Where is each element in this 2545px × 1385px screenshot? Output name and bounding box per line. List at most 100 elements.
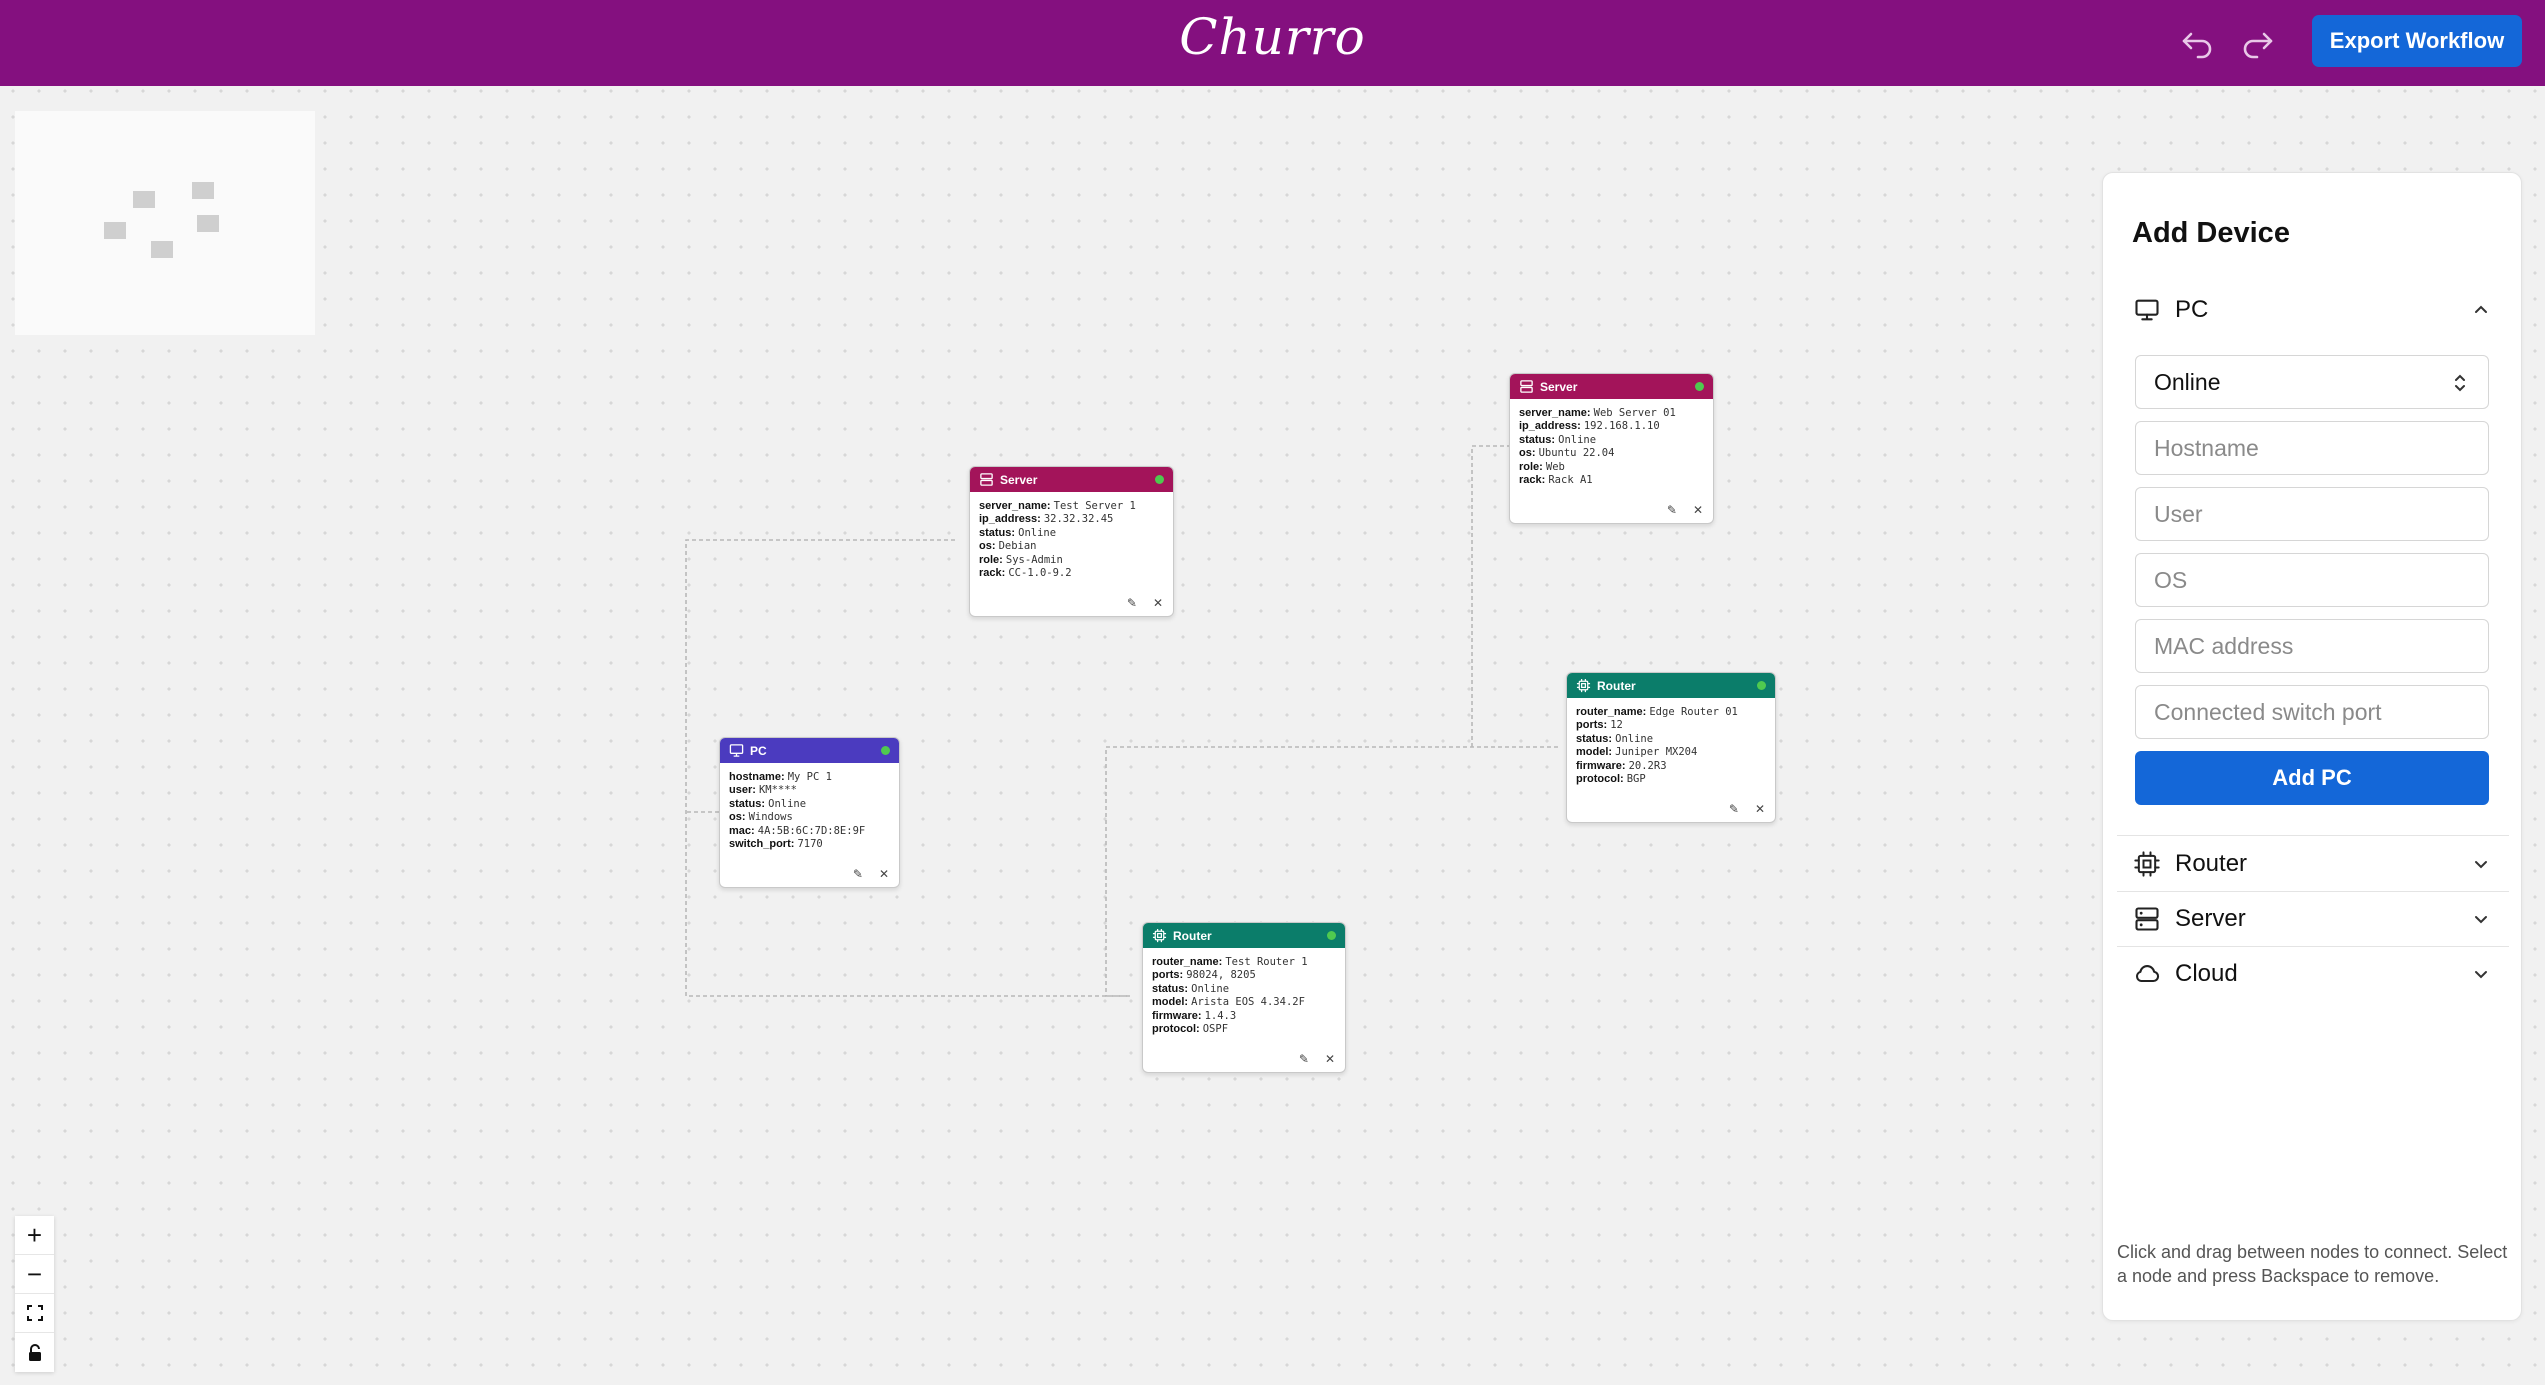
status-indicator xyxy=(1695,382,1704,391)
node-field-key: router_name: xyxy=(1152,956,1223,968)
node-field-key: protocol: xyxy=(1576,773,1624,786)
node-field: ip_address: 32.32.32.45 xyxy=(979,513,1164,526)
zoom-out-button[interactable]: − xyxy=(15,1255,54,1294)
node-field-key: rack: xyxy=(1519,474,1546,487)
node-field-value: OSPF xyxy=(1202,1023,1229,1036)
node-header[interactable]: Server xyxy=(970,467,1173,492)
node-field-value: Online xyxy=(1615,732,1654,745)
node-field-key: os: xyxy=(729,811,746,824)
node-field-value: Test Router 1 xyxy=(1225,956,1308,968)
node-field-key: status: xyxy=(1152,982,1189,995)
node-field-key: model: xyxy=(1152,996,1189,1009)
edit-icon[interactable]: ✎ xyxy=(1127,596,1137,610)
server-node[interactable]: Server server_name: Test Server 1 ip_addr… xyxy=(969,466,1174,617)
node-field: server_name: Test Server 1 xyxy=(979,500,1164,513)
close-icon[interactable]: ✕ xyxy=(1755,802,1765,816)
status-indicator xyxy=(1757,681,1766,690)
export-workflow-button[interactable]: Export Workflow xyxy=(2312,15,2522,67)
router-node[interactable]: Router router_name: Edge Router 01 ports:… xyxy=(1566,672,1776,823)
node-field: os: Debian xyxy=(979,540,1164,553)
chevron-down-icon xyxy=(2475,916,2487,924)
node-field-value: 4A:5B:6C:7D:8E:9F xyxy=(757,824,866,837)
node-fields: router_name: Edge Router 01 ports: 12 stat… xyxy=(1567,698,1775,786)
close-icon[interactable]: ✕ xyxy=(1325,1052,1335,1066)
node-field: status: Online xyxy=(1519,434,1704,447)
node-header[interactable]: PC xyxy=(720,738,899,763)
edit-icon[interactable]: ✎ xyxy=(1729,802,1739,816)
lock-button[interactable] xyxy=(15,1333,54,1372)
cpu-icon xyxy=(1576,678,1591,693)
close-icon[interactable]: ✕ xyxy=(879,867,889,881)
add-device-panel: Add Device PC Online Add PC Router Serve… xyxy=(2102,172,2522,1321)
node-type-label: Router xyxy=(1173,928,1212,943)
node-field: router_name: Edge Router 01 xyxy=(1576,706,1766,719)
status-select[interactable]: Online xyxy=(2135,355,2489,409)
close-icon[interactable]: ✕ xyxy=(1153,596,1163,610)
help-text: Click and drag between nodes to connect.… xyxy=(2117,1242,2508,1286)
node-field-key: model: xyxy=(1576,746,1613,759)
section-pc-header[interactable]: PC xyxy=(2117,283,2509,337)
node-field-value: 192.168.1.10 xyxy=(1583,420,1660,433)
node-field-key: ports: xyxy=(1576,719,1608,732)
chevron-up-icon xyxy=(2475,305,2487,313)
redo-icon[interactable] xyxy=(2238,22,2278,62)
edit-icon[interactable]: ✎ xyxy=(853,867,863,881)
server-icon xyxy=(2135,907,2159,931)
node-header[interactable]: Router xyxy=(1567,673,1775,698)
server-node[interactable]: Server server_name: Web Server 01 ip_addr… xyxy=(1509,373,1714,524)
zoom-in-button[interactable]: + xyxy=(15,1216,54,1255)
node-type-label: Server xyxy=(1540,379,1578,394)
node-field-key: server_name: xyxy=(979,500,1051,512)
node-field-key: user: xyxy=(729,784,756,797)
section-cloud-label: Cloud xyxy=(2175,960,2238,987)
section-router-header[interactable]: Router xyxy=(2117,837,2509,891)
router-node[interactable]: Router router_name: Test Router 1 ports: … xyxy=(1142,922,1346,1073)
node-field-value: Windows xyxy=(748,811,793,824)
node-field-value: Online xyxy=(1558,433,1597,446)
undo-icon[interactable] xyxy=(2177,22,2217,62)
node-field-key: ports: xyxy=(1152,969,1184,982)
node-header[interactable]: Server xyxy=(1510,374,1713,399)
node-field-value: CC-1.0-9.2 xyxy=(1008,567,1072,580)
cpu-icon xyxy=(1152,928,1167,943)
edit-icon[interactable]: ✎ xyxy=(1299,1052,1309,1066)
node-field-key: status: xyxy=(1519,433,1556,446)
node-field-value: Online xyxy=(1191,982,1230,995)
node-field-key: status: xyxy=(979,526,1016,539)
close-icon[interactable]: ✕ xyxy=(1693,503,1703,517)
node-field: mac: 4A:5B:6C:7D:8E:9F xyxy=(729,825,890,838)
node-header[interactable]: Router xyxy=(1143,923,1345,948)
edit-icon[interactable]: ✎ xyxy=(1667,503,1677,517)
chevron-up-down-icon xyxy=(2455,374,2465,392)
node-field-key: os: xyxy=(979,540,996,553)
node-field-value: Rack A1 xyxy=(1548,474,1593,487)
status-select-value: Online xyxy=(2154,368,2221,395)
monitor-icon xyxy=(729,744,744,757)
chevron-down-icon xyxy=(2475,861,2487,869)
os-input[interactable] xyxy=(2135,553,2489,607)
node-type-label: Server xyxy=(1000,472,1038,487)
switch-port-input[interactable] xyxy=(2135,685,2489,739)
hostname-input[interactable] xyxy=(2135,421,2489,475)
node-field: status: Online xyxy=(1576,733,1766,746)
minimap[interactable] xyxy=(15,111,315,335)
node-field: os: Ubuntu 22.04 xyxy=(1519,447,1704,460)
node-field: ip_address: 192.168.1.10 xyxy=(1519,420,1704,433)
add-pc-button[interactable]: Add PC xyxy=(2135,751,2489,805)
section-server-header[interactable]: Server xyxy=(2117,892,2509,946)
node-field: user: KM**** xyxy=(729,784,890,797)
mac-address-input[interactable] xyxy=(2135,619,2489,673)
fit-view-button[interactable] xyxy=(15,1294,54,1333)
minimap-node xyxy=(197,215,219,232)
pc-node[interactable]: PC hostname: My PC 1 user: KM**** status: … xyxy=(719,737,900,888)
node-field: model: Juniper MX204 xyxy=(1576,746,1766,759)
node-field: hostname: My PC 1 xyxy=(729,771,890,784)
user-input[interactable] xyxy=(2135,487,2489,541)
node-field-value: Online xyxy=(768,797,807,810)
node-field-value: 98024, 8205 xyxy=(1186,969,1256,982)
node-field: router_name: Test Router 1 xyxy=(1152,956,1336,969)
section-cloud-header[interactable]: Cloud xyxy=(2117,947,2509,1001)
node-field-key: rack: xyxy=(979,567,1006,580)
node-field: role: Web xyxy=(1519,461,1704,474)
node-field-key: ip_address: xyxy=(1519,420,1581,433)
